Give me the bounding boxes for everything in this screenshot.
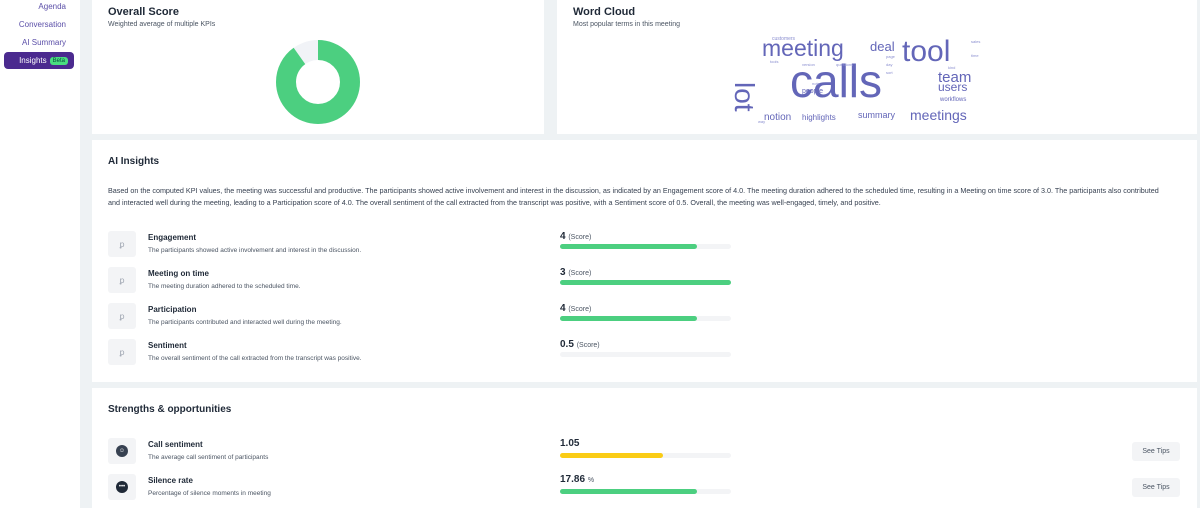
kpi-name: Meeting on time — [148, 269, 209, 278]
kpi-bar-fill — [560, 316, 697, 321]
cloud-word: summary — [858, 110, 896, 120]
strength-desc: Percentage of silence moments in meeting — [148, 490, 271, 497]
kpi-bar-fill — [560, 244, 697, 249]
kpi-score-value: 4 — [560, 303, 566, 314]
cloud-word: page — [886, 54, 895, 59]
strength-score-value: 17.86 — [560, 474, 586, 485]
strength-desc: The average call sentiment of participan… — [148, 454, 269, 461]
overall-score-card: Overall Score Weighted average of multip… — [92, 0, 544, 134]
cloud-word: kind — [948, 65, 956, 70]
kpi-row-meeting-on-time: ꝑ Meeting on time The meeting duration a… — [108, 267, 1168, 295]
see-tips-button[interactable]: See Tips — [1132, 478, 1180, 497]
kpi-score: 4 (Score) — [560, 231, 591, 242]
cloud-word: note — [812, 81, 820, 86]
strength-row-call-sentiment: ☺ Call sentiment The average call sentim… — [108, 438, 1180, 466]
sidebar-item-ai-summary[interactable]: AI Summary — [0, 34, 80, 52]
word-cloud-title: Word Cloud — [573, 6, 636, 18]
kpi-icon: ꝑ — [108, 231, 136, 257]
ai-insights-title: AI Insights — [108, 156, 160, 167]
cloud-word: workflows — [940, 97, 967, 103]
word-cloud-card: Word Cloud Most popular terms in this me… — [557, 0, 1197, 134]
cloud-word: people — [802, 88, 824, 95]
silence-icon: ••• — [108, 474, 136, 500]
cloud-word: notion — [764, 112, 792, 123]
kpi-bar-track — [560, 244, 731, 249]
kpi-bar-track — [560, 352, 731, 357]
kpi-row-sentiment: ꝑ Sentiment The overall sentiment of the… — [108, 339, 1168, 367]
sidebar: Agenda Conversation AI Summary Insights … — [0, 0, 80, 508]
strength-bar-track — [560, 453, 731, 458]
kpi-score-value: 0.5 — [560, 339, 574, 350]
kpi-name: Engagement — [148, 233, 197, 242]
cloud-word: meetings — [910, 107, 967, 123]
cloud-word: sales — [971, 39, 981, 44]
cloud-word: tool — [902, 35, 951, 68]
strength-bar-track — [560, 489, 731, 494]
kpi-score: 4 (Score) — [560, 303, 591, 314]
strength-name: Silence rate — [148, 476, 193, 485]
kpi-bar-track — [560, 280, 731, 285]
cloud-word: customers — [772, 36, 796, 42]
cloud-word: way — [758, 119, 766, 124]
cloud-word: tools — [770, 59, 779, 64]
kpi-name: Participation — [148, 305, 197, 314]
sidebar-item-conversation[interactable]: Conversation — [0, 16, 80, 34]
cloud-word: time — [971, 53, 979, 58]
kpi-desc: The participants showed active involveme… — [148, 247, 362, 254]
kpi-icon: ꝑ — [108, 303, 136, 329]
cloud-word: day — [886, 62, 893, 67]
see-tips-button[interactable]: See Tips — [1132, 442, 1180, 461]
strengths-title: Strengths & opportunities — [108, 404, 232, 415]
word-cloud-subtitle: Most popular terms in this meeting — [573, 21, 680, 28]
strength-score-value: 1.05 — [560, 438, 580, 449]
donut-fill — [276, 40, 360, 124]
kpi-score-value: 3 — [560, 267, 566, 278]
cloud-word: highlights — [802, 113, 836, 122]
cloud-word: deal — [870, 39, 895, 54]
strength-bar-fill — [560, 453, 663, 458]
strengths-card: Strengths & opportunities ☺ Call sentime… — [92, 388, 1197, 508]
kpi-score: 3 (Score) — [560, 267, 591, 278]
cloud-word: version — [802, 62, 815, 67]
cloud-word: users — [938, 80, 968, 94]
overall-score-donut — [276, 40, 360, 124]
kpi-bar-track — [560, 316, 731, 321]
kpi-score-value: 4 — [560, 231, 566, 242]
strength-score: 17.86 % — [560, 474, 594, 485]
cloud-word: questions — [836, 62, 854, 67]
strength-row-silence-rate: ••• Silence rate Percentage of silence m… — [108, 474, 1180, 502]
strength-bar-fill — [560, 489, 697, 494]
overall-score-subtitle: Weighted average of multiple KPIs — [108, 21, 216, 28]
smiley-icon: ☺ — [108, 438, 136, 464]
ai-insights-card: AI Insights Based on the computed KPI va… — [92, 140, 1197, 382]
kpi-name: Sentiment — [148, 341, 187, 350]
overall-score-title: Overall Score — [108, 6, 179, 18]
ai-insights-summary: Based on the computed KPI values, the me… — [108, 186, 1159, 207]
kpi-desc: The participants contributed and interac… — [148, 319, 342, 326]
kpi-row-engagement: ꝑ Engagement The participants showed act… — [108, 231, 1168, 259]
kpi-score-unit: (Score) — [568, 234, 592, 241]
kpi-desc: The overall sentiment of the call extrac… — [148, 355, 362, 362]
kpi-score-unit: (Score) — [568, 270, 592, 277]
sidebar-item-label: Insights — [19, 56, 47, 65]
kpi-row-participation: ꝑ Participation The participants contrib… — [108, 303, 1168, 331]
kpi-score: 0.5 (Score) — [560, 339, 600, 350]
kpi-desc: The meeting duration adhered to the sche… — [148, 283, 301, 290]
kpi-score-unit: (Score) — [568, 306, 592, 313]
strength-name: Call sentiment — [148, 440, 203, 449]
cloud-word: sort — [886, 70, 893, 75]
cloud-word: lot — [729, 82, 760, 112]
kpi-bar-fill — [560, 280, 731, 285]
kpi-icon: ꝑ — [108, 267, 136, 293]
word-cloud: calls meeting tool lot deal team users m… — [729, 35, 994, 128]
kpi-score-unit: (Score) — [576, 342, 600, 349]
kpi-icon: ꝑ — [108, 339, 136, 365]
beta-badge: Beta — [49, 56, 68, 65]
strength-score-unit: % — [587, 477, 595, 484]
sidebar-item-insights[interactable]: Insights Beta — [4, 52, 74, 69]
strength-score: 1.05 — [560, 438, 579, 449]
sidebar-item-agenda[interactable]: Agenda — [0, 0, 80, 16]
